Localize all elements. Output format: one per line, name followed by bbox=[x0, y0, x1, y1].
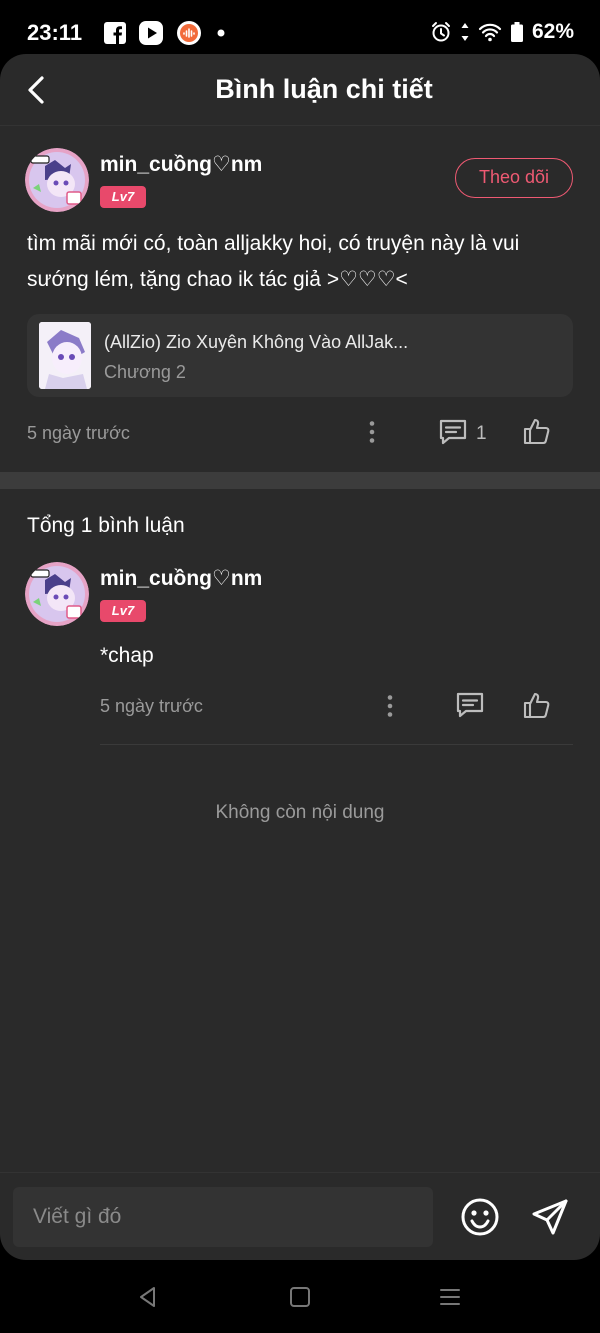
like-icon[interactable] bbox=[522, 416, 552, 446]
status-bar: 23:11 62% bbox=[0, 0, 600, 60]
section-divider bbox=[0, 472, 600, 489]
more-options-icon[interactable] bbox=[360, 420, 384, 444]
post-time: 5 ngày trước bbox=[27, 423, 130, 443]
emoji-icon[interactable] bbox=[460, 1197, 500, 1237]
dot-icon bbox=[217, 29, 225, 37]
battery-percent: 62% bbox=[531, 20, 574, 43]
system-icons: 62% bbox=[430, 20, 574, 44]
follow-button[interactable]: Theo dõi bbox=[455, 158, 573, 198]
more-options-icon[interactable] bbox=[378, 694, 402, 718]
reply-count: 1 bbox=[476, 423, 487, 444]
comment-icon[interactable] bbox=[455, 691, 485, 719]
like-icon[interactable] bbox=[522, 690, 552, 720]
app-header: Bình luận chi tiết bbox=[0, 54, 600, 126]
avatar[interactable] bbox=[25, 148, 89, 212]
status-time: 23:11 bbox=[27, 20, 83, 45]
story-thumbnail bbox=[39, 322, 91, 389]
system-nav-bar bbox=[0, 1260, 600, 1333]
level-badge: Lv7 bbox=[100, 600, 146, 622]
comment-icon[interactable] bbox=[438, 418, 468, 446]
nav-recents-icon[interactable] bbox=[439, 1286, 461, 1308]
battery-icon bbox=[510, 22, 523, 42]
story-chapter: Chương 2 bbox=[104, 362, 186, 382]
play-icon bbox=[139, 21, 163, 45]
reply-content: *chap bbox=[100, 644, 154, 667]
post-content: tìm mãi mới có, toàn alljakky hoi, có tr… bbox=[27, 232, 520, 291]
level-badge: Lv7 bbox=[100, 186, 146, 208]
nav-back-icon[interactable] bbox=[137, 1286, 159, 1308]
page-title: Bình luận chi tiết bbox=[215, 74, 433, 104]
end-of-content-label: Không còn nội dung bbox=[215, 802, 385, 823]
story-title: (AllZio) Zio Xuyên Không Vào AllJak... bbox=[104, 332, 409, 352]
avatar-image bbox=[25, 148, 89, 212]
comment-composer bbox=[0, 1172, 600, 1260]
data-arrows-icon bbox=[461, 23, 469, 41]
send-icon[interactable] bbox=[530, 1197, 570, 1237]
alarm-icon bbox=[431, 22, 450, 42]
nav-home-icon[interactable] bbox=[289, 1286, 311, 1308]
post-author-name[interactable]: min_cuồng♡nm bbox=[100, 152, 262, 177]
notification-icons bbox=[104, 20, 228, 46]
reply-author-name[interactable]: min_cuồng♡nm bbox=[100, 566, 262, 591]
story-card[interactable]: (AllZio) Zio Xuyên Không Vào AllJak... C… bbox=[27, 314, 573, 397]
total-comments-title: Tổng 1 bình luận bbox=[27, 514, 185, 537]
comment-input[interactable] bbox=[13, 1187, 433, 1247]
avatar[interactable] bbox=[25, 562, 89, 626]
podcast-icon bbox=[177, 21, 201, 45]
reply-separator bbox=[100, 744, 573, 745]
facebook-icon bbox=[104, 22, 126, 44]
comment-detail-screen: Bình luận chi tiết min_cuồng♡nm Lv7 Theo… bbox=[0, 54, 600, 1260]
wifi-icon bbox=[478, 23, 502, 42]
avatar-image bbox=[25, 562, 89, 626]
reply-time: 5 ngày trước bbox=[100, 696, 203, 716]
